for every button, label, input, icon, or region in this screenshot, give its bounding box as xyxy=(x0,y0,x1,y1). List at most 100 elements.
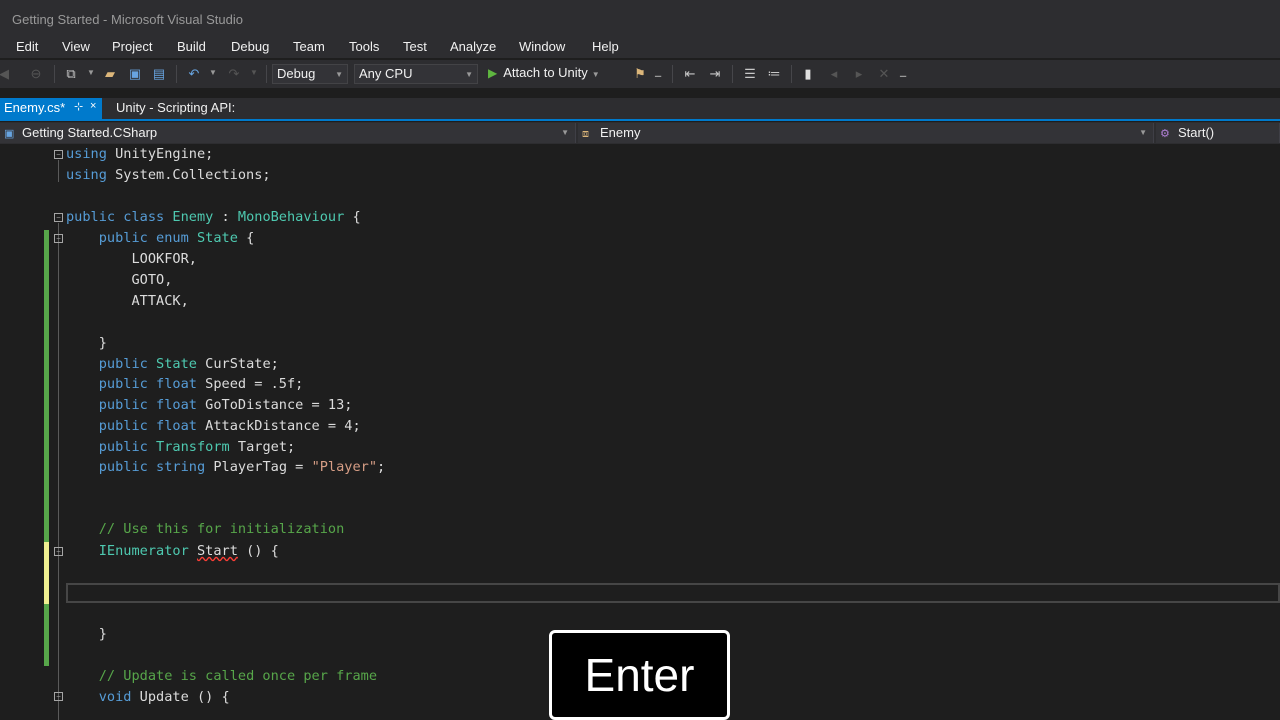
code-line[interactable]: public class Enemy : MonoBehaviour { xyxy=(66,207,361,227)
redo-dropdown-icon[interactable]: ▼ xyxy=(250,68,258,77)
indent-icon[interactable]: ⇤ xyxy=(682,66,698,82)
collapse-icon[interactable]: − xyxy=(54,234,63,243)
code-line[interactable]: GOTO, xyxy=(66,270,172,290)
menu-team[interactable]: Team xyxy=(293,39,325,54)
solution-platform-select[interactable]: Any CPU ▼ xyxy=(354,64,478,84)
code-token: Target; xyxy=(229,439,296,455)
code-token: { xyxy=(344,209,361,225)
collapse-icon[interactable]: − xyxy=(54,692,63,701)
unsaved-changes-margin xyxy=(44,542,49,604)
menu-tools[interactable]: Tools xyxy=(349,39,379,54)
code-token: ATTACK, xyxy=(66,293,189,309)
code-token: System.Collections; xyxy=(106,167,271,183)
code-line[interactable]: using UnityEngine; xyxy=(66,144,213,164)
menu-test[interactable]: Test xyxy=(403,39,427,54)
toolbar-overflow-icon[interactable]: ▁ xyxy=(900,68,906,77)
menu-project[interactable]: Project xyxy=(112,39,152,54)
prev-bookmark-icon[interactable]: ◂ xyxy=(826,66,842,82)
clear-bookmarks-icon[interactable]: ✕ xyxy=(876,66,892,82)
menu-analyze[interactable]: Analyze xyxy=(450,39,496,54)
uncomment-icon[interactable]: ≔ xyxy=(766,66,782,82)
redo-icon[interactable]: ↷ xyxy=(226,66,242,82)
project-dropdown[interactable]: ▣ Getting Started.CSharp ▼ xyxy=(0,123,576,143)
undo-dropdown-icon[interactable]: ▼ xyxy=(209,68,217,77)
save-all-icon[interactable]: ▤ xyxy=(151,66,167,82)
outdent-icon[interactable]: ⇥ xyxy=(707,66,723,82)
code-token: Speed = .5f; xyxy=(196,376,304,392)
code-line[interactable]: } xyxy=(66,333,107,353)
code-token: float xyxy=(156,418,197,434)
code-token: public xyxy=(98,418,148,434)
tab-label: Enemy.cs* xyxy=(4,100,66,115)
code-token: public xyxy=(98,439,148,455)
code-line[interactable]: public float Speed = .5f; xyxy=(66,374,304,394)
collapse-icon[interactable]: − xyxy=(54,213,63,222)
code-line[interactable]: public enum State { xyxy=(66,228,255,248)
type-dropdown[interactable]: ⧈ Enemy ▼ xyxy=(578,123,1154,143)
menu-bar: Edit View Project Build Debug Team Tools… xyxy=(0,36,1280,58)
attach-to-unity-button[interactable]: ▶ Attach to Unity ▼ xyxy=(488,65,600,80)
type-name: Enemy xyxy=(600,125,641,140)
code-line[interactable]: LOOKFOR, xyxy=(66,249,196,269)
toolbar-separator xyxy=(54,65,55,83)
tab-unity-scripting-api[interactable]: Unity - Scripting API: xyxy=(116,100,235,115)
code-line[interactable]: public State CurState; xyxy=(66,354,279,374)
find-dropdown-icon[interactable]: ▁ xyxy=(655,68,661,77)
code-token: Update () { xyxy=(131,689,230,705)
menu-debug[interactable]: Debug xyxy=(231,39,269,54)
code-line[interactable]: public string PlayerTag = "Player"; xyxy=(66,457,385,477)
chevron-down-icon: ▼ xyxy=(335,70,343,79)
code-line[interactable]: ATTACK, xyxy=(66,291,189,311)
code-line[interactable]: void Update () { xyxy=(66,687,230,707)
new-project-dropdown-icon[interactable]: ▼ xyxy=(87,68,95,77)
tab-enemy-cs[interactable]: Enemy.cs* ⊹ × xyxy=(0,98,102,119)
save-icon[interactable]: ▣ xyxy=(127,66,143,82)
member-dropdown[interactable]: ⚙ Start() xyxy=(1156,123,1280,143)
menu-build[interactable]: Build xyxy=(177,39,206,54)
chevron-down-icon: ▼ xyxy=(561,128,569,137)
code-line[interactable]: using System.Collections; xyxy=(66,165,271,185)
code-token: // Update is called once per frame xyxy=(98,668,378,684)
platform-value: Any CPU xyxy=(359,66,413,81)
menu-window[interactable]: Window xyxy=(519,39,565,54)
menu-edit[interactable]: Edit xyxy=(16,39,38,54)
code-token: { xyxy=(237,230,255,246)
forward-icon[interactable]: ⊖ xyxy=(28,66,44,82)
chevron-down-icon: ▼ xyxy=(465,70,473,79)
collapse-icon[interactable]: − xyxy=(54,150,63,159)
code-line[interactable]: // Update is called once per frame xyxy=(66,666,377,686)
find-in-files-icon[interactable]: ⚑ xyxy=(632,66,648,82)
code-line[interactable]: } xyxy=(66,624,107,644)
menu-help[interactable]: Help xyxy=(592,39,619,54)
undo-icon[interactable]: ↶ xyxy=(186,66,202,82)
code-line[interactable]: public float GoToDistance = 13; xyxy=(66,395,353,415)
next-bookmark-icon[interactable]: ▸ xyxy=(851,66,867,82)
open-file-icon[interactable]: ▰ xyxy=(102,66,118,82)
toolbar: ◀ ⊖ ⧉ ▼ ▰ ▣ ▤ ↶ ▼ ↷ ▼ Debug ▼ Any CPU ▼ … xyxy=(0,60,1280,88)
pin-icon[interactable]: ⊹ xyxy=(74,100,83,113)
comment-icon[interactable]: ☰ xyxy=(742,66,758,82)
solution-configuration-select[interactable]: Debug ▼ xyxy=(272,64,348,84)
code-line[interactable]: // Use this for initialization xyxy=(66,519,345,539)
bookmark-icon[interactable]: ▮ xyxy=(800,66,816,82)
code-line[interactable]: IEnumerator Start () { xyxy=(66,541,279,561)
collapse-icon[interactable]: − xyxy=(54,547,63,556)
close-icon[interactable]: × xyxy=(90,100,96,112)
title-bar: Getting Started - Microsoft Visual Studi… xyxy=(0,0,1280,36)
toolbar-separator xyxy=(791,65,792,83)
toolbar-separator xyxy=(672,65,673,83)
code-line[interactable]: public float AttackDistance = 4; xyxy=(66,416,361,436)
menu-view[interactable]: View xyxy=(62,39,90,54)
back-icon[interactable]: ◀ xyxy=(0,66,12,82)
new-project-icon[interactable]: ⧉ xyxy=(63,66,79,82)
code-line[interactable]: public Transform Target; xyxy=(66,437,295,457)
chevron-down-icon[interactable]: ▼ xyxy=(592,70,600,79)
